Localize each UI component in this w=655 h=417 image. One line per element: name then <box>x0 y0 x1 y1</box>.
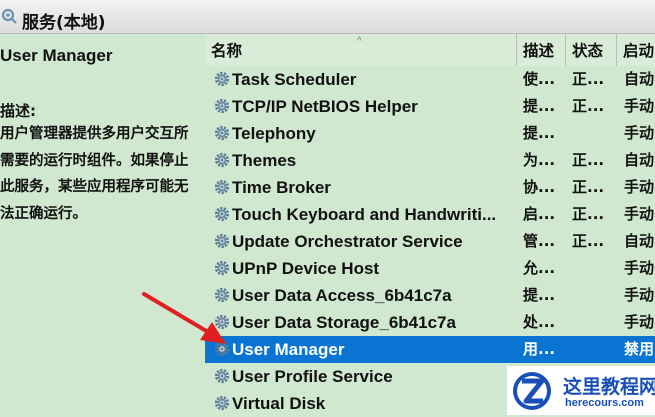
service-description-cell: 协... <box>523 178 556 196</box>
service-gear-icon <box>213 393 231 411</box>
service-row[interactable]: Touch Keyboard and Handwriti... 启... 正... 手… <box>205 201 655 228</box>
service-description-cell: 提... <box>523 97 556 115</box>
service-description-cell: 管... <box>523 232 556 250</box>
service-status-cell <box>572 120 620 147</box>
watermark-title: 这里教程网 <box>563 376 655 398</box>
service-gear-icon <box>213 366 231 384</box>
service-gear-icon <box>213 177 231 195</box>
service-row[interactable]: Telephony 提... 手动 <box>205 120 655 147</box>
service-gear-icon <box>213 96 231 114</box>
service-gear-icon <box>213 231 231 249</box>
service-name-cell: Task Scheduler <box>213 66 521 93</box>
service-name-cell: Virtual Disk <box>213 390 521 417</box>
red-annotation-arrow <box>142 292 226 344</box>
service-startup-cell: 手动 <box>624 205 655 223</box>
service-description-cell: 提... <box>523 286 556 304</box>
service-name: UPnP Device Host <box>232 259 380 278</box>
service-description-cell: 允... <box>523 259 556 277</box>
service-name-cell: Touch Keyboard and Handwriti... <box>213 201 521 228</box>
service-startup-cell: 禁用 <box>624 340 655 358</box>
service-name-cell: UPnP Device Host <box>213 255 521 282</box>
service-gear-icon <box>213 258 231 276</box>
service-description-cell: 提... <box>523 124 556 142</box>
service-name: Touch Keyboard and Handwriti... <box>232 205 497 224</box>
service-startup-cell: 手动 <box>624 97 655 115</box>
service-startup-cell: 手动 <box>624 286 655 304</box>
service-detail-pane: User Manager 描述: 用户管理器提供多用户交互所需要的运行时组件。如… <box>0 34 205 415</box>
service-name: Virtual Disk <box>232 394 326 413</box>
service-name-cell: Update Orchestrator Service <box>213 228 521 255</box>
service-status-cell <box>572 255 620 282</box>
service-status-cell: 正... <box>572 205 605 223</box>
service-gear-icon <box>213 150 231 168</box>
service-name: User Data Storage_6b41c7a <box>232 313 456 332</box>
service-gear-icon <box>213 69 231 87</box>
service-status-cell: 正... <box>572 178 605 196</box>
services-gear-icon <box>1 8 17 24</box>
service-name-cell: User Profile Service <box>213 363 521 390</box>
window-title: 服务(本地) <box>22 13 106 33</box>
service-description-cell: 为... <box>523 151 556 169</box>
service-name: User Manager <box>232 340 345 359</box>
service-status-cell <box>572 336 620 363</box>
service-status-cell: 正... <box>572 97 605 115</box>
service-status-cell <box>572 309 620 336</box>
service-name: Task Scheduler <box>232 70 357 89</box>
service-description-cell: 处... <box>523 313 556 331</box>
service-name: User Profile Service <box>232 367 393 386</box>
service-gear-icon <box>213 123 231 141</box>
service-name-cell: TCP/IP NetBIOS Helper <box>213 93 521 120</box>
column-header-status[interactable]: 状态 <box>566 34 616 66</box>
service-name-cell: User Manager <box>213 336 521 363</box>
service-startup-cell: 手动 <box>624 259 655 277</box>
service-row[interactable]: User Data Storage_6b41c7a 处... 手动 <box>205 309 655 336</box>
service-name-cell: Themes <box>213 147 521 174</box>
service-description: 用户管理器提供多用户交互所需要的运行时组件。如果停止此服务，某些应用程序可能无法… <box>0 126 189 222</box>
service-name: Time Broker <box>232 178 331 197</box>
service-status-cell: 正... <box>572 232 605 250</box>
watermark-url: herecours.com <box>565 397 644 409</box>
service-startup-cell: 自动 <box>624 232 655 250</box>
service-description-cell: 启... <box>523 205 556 223</box>
service-name-cell: Time Broker <box>213 174 521 201</box>
column-header-row: 名称 ^ 描述 状态 启动 <box>205 34 655 66</box>
service-startup-cell: 手动 <box>624 124 655 142</box>
service-status-cell: 正... <box>572 70 605 88</box>
column-header-description[interactable]: 描述 <box>517 34 565 66</box>
service-name: Update Orchestrator Service <box>232 232 463 251</box>
service-name: User Data Access_6b41c7a <box>232 286 452 305</box>
service-row[interactable]: TCP/IP NetBIOS Helper 提... 正... 手动 <box>205 93 655 120</box>
sort-caret-icon: ^ <box>357 36 362 47</box>
service-description-cell: 用... <box>523 340 556 358</box>
service-name: Telephony <box>232 124 316 143</box>
service-name: Themes <box>232 151 297 170</box>
service-description-cell: 使... <box>523 70 556 88</box>
service-startup-cell: 自动 <box>624 70 655 88</box>
service-startup-cell: 手动 <box>624 313 655 331</box>
service-status-cell: 正... <box>572 151 605 169</box>
service-row[interactable]: Update Orchestrator Service 管... 正... 自动 <box>205 228 655 255</box>
watermark-logo-icon <box>513 372 551 410</box>
service-name-cell: Telephony <box>213 120 521 147</box>
service-row[interactable]: Themes 为... 正... 自动 <box>205 147 655 174</box>
service-status-cell <box>572 282 620 309</box>
service-row[interactable]: User Manager 用... 禁用 <box>205 336 655 363</box>
service-gear-icon <box>213 204 231 222</box>
service-name-cell: User Data Storage_6b41c7a <box>213 309 521 336</box>
window-titlebar: 服务(本地) <box>0 0 655 34</box>
service-startup-cell: 手动 <box>624 178 655 196</box>
site-watermark: 这里教程网 herecours.com <box>507 366 655 415</box>
service-name-cell: User Data Access_6b41c7a <box>213 282 521 309</box>
services-list: 名称 ^ 描述 状态 启动 Task Scheduler 使... 正... 自动 TC… <box>205 34 655 415</box>
service-row[interactable]: User Data Access_6b41c7a 提... 手动 <box>205 282 655 309</box>
column-header-startup-type[interactable]: 启动 <box>617 34 655 66</box>
service-row[interactable]: Task Scheduler 使... 正... 自动 <box>205 66 655 93</box>
service-row[interactable]: UPnP Device Host 允... 手动 <box>205 255 655 282</box>
service-startup-cell: 自动 <box>624 151 655 169</box>
service-row[interactable]: Time Broker 协... 正... 手动 <box>205 174 655 201</box>
service-name: TCP/IP NetBIOS Helper <box>232 97 418 116</box>
description-label: 描述: <box>0 102 36 120</box>
selected-service-name: User Manager <box>0 46 113 65</box>
